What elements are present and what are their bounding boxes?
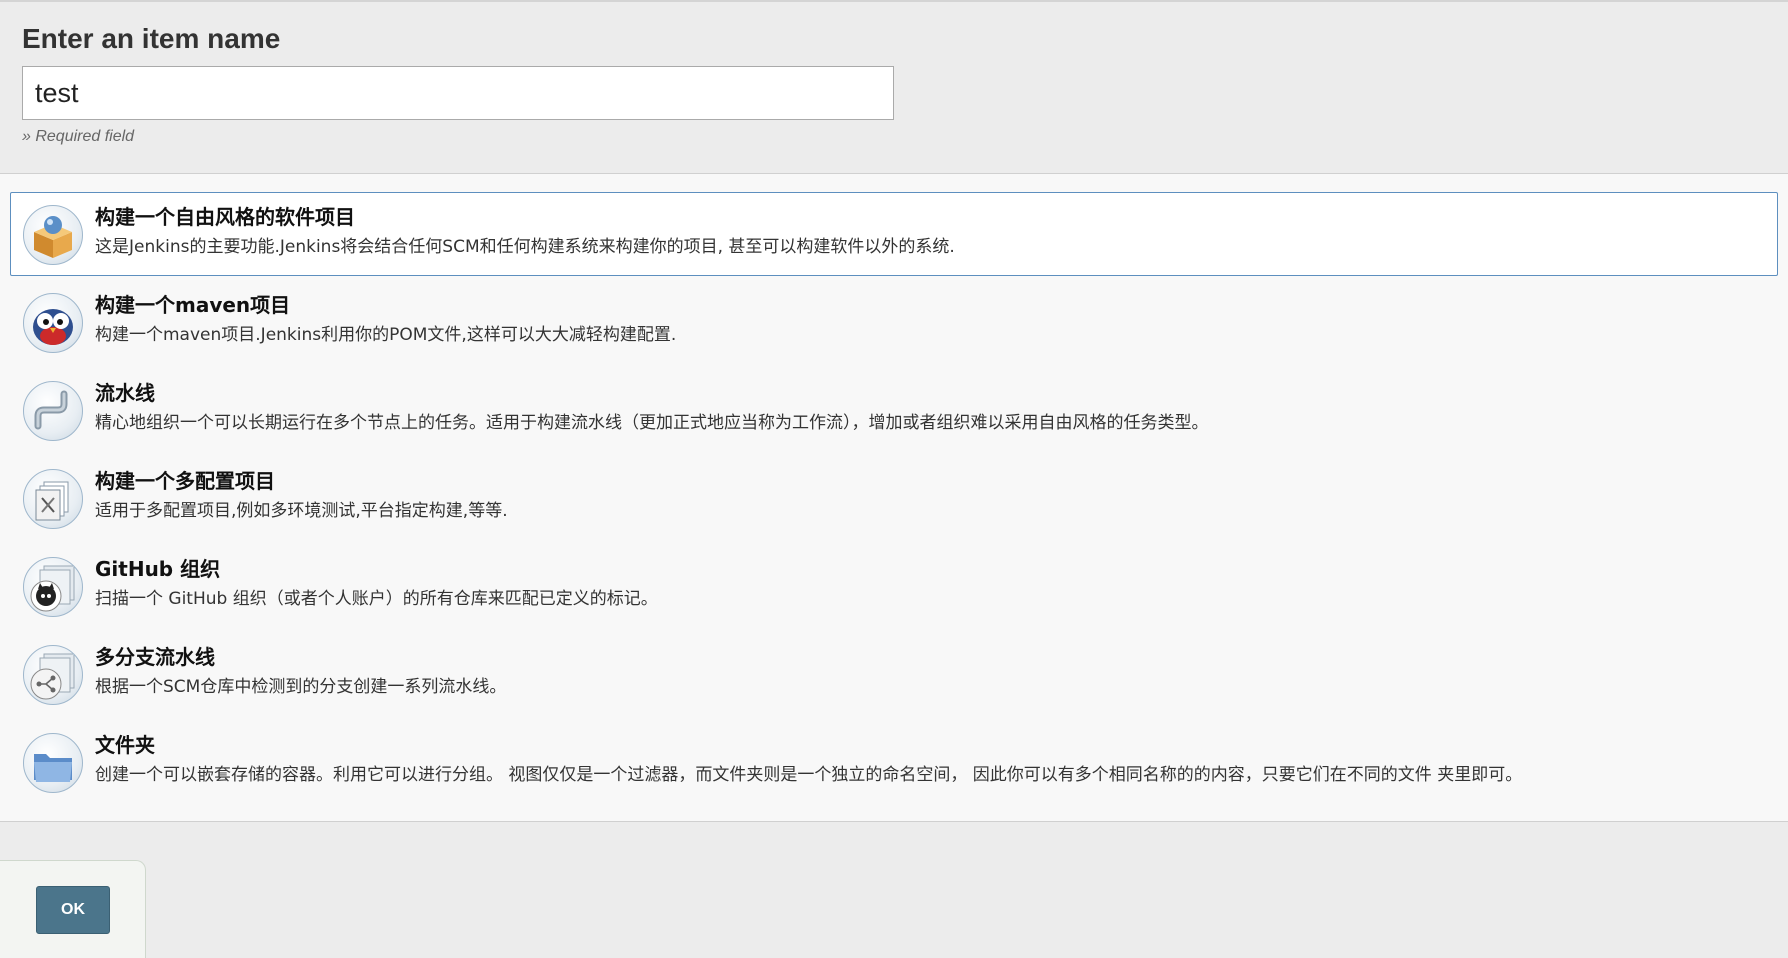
item-type-description: 适用于多配置项目,例如多环境测试,平台指定构建,等等. xyxy=(95,501,508,521)
form-footer: OK xyxy=(0,860,146,958)
item-type-label: 构建一个多配置项目 xyxy=(95,469,275,493)
item-type-description: 构建一个maven项目.Jenkins利用你的POM文件,这样可以大大减轻构建配… xyxy=(95,325,677,345)
item-type-multi-config[interactable]: 构建一个多配置项目 适用于多配置项目,例如多环境测试,平台指定构建,等等. xyxy=(10,456,1778,540)
item-type-description: 扫描一个 GitHub 组织（或者个人账户）的所有仓库来匹配已定义的标记。 xyxy=(95,589,658,609)
item-type-description: 创建一个可以嵌套存储的容器。利用它可以进行分组。 视图仅仅是一个过滤器，而文件夹… xyxy=(95,765,1523,785)
item-type-label: 构建一个自由风格的软件项目 xyxy=(95,205,355,229)
item-type-description: 根据一个SCM仓库中检测到的分支创建一系列流水线。 xyxy=(95,677,507,697)
item-type-freestyle[interactable]: 构建一个自由风格的软件项目 这是Jenkins的主要功能.Jenkins将会结合… xyxy=(10,192,1778,276)
ok-button[interactable]: OK xyxy=(36,886,110,934)
item-name-section: Enter an item name » Required field xyxy=(0,2,1788,174)
github-org-icon xyxy=(23,557,83,617)
item-type-description: 这是Jenkins的主要功能.Jenkins将会结合任何SCM和任何构建系统来构… xyxy=(95,237,955,257)
item-type-label: 流水线 xyxy=(95,381,155,405)
item-type-label: 多分支流水线 xyxy=(95,645,215,669)
item-type-maven[interactable]: 构建一个maven项目 构建一个maven项目.Jenkins利用你的POM文件… xyxy=(10,280,1778,364)
item-type-list: 构建一个自由风格的软件项目 这是Jenkins的主要功能.Jenkins将会结合… xyxy=(0,174,1788,822)
item-type-github-org[interactable]: GitHub 组织 扫描一个 GitHub 组织（或者个人账户）的所有仓库来匹配… xyxy=(10,544,1778,628)
item-type-folder[interactable]: 文件夹 创建一个可以嵌套存储的容器。利用它可以进行分组。 视图仅仅是一个过滤器，… xyxy=(10,720,1778,804)
page-title: Enter an item name xyxy=(22,23,281,54)
item-type-multibranch-pipeline[interactable]: 多分支流水线 根据一个SCM仓库中检测到的分支创建一系列流水线。 xyxy=(10,632,1778,716)
folder-icon xyxy=(23,733,83,793)
pipeline-icon xyxy=(23,381,83,441)
multibranch-pipeline-icon xyxy=(23,645,83,705)
item-name-input[interactable] xyxy=(22,66,894,120)
required-field-hint: » Required field xyxy=(22,128,135,145)
item-type-label: 构建一个maven项目 xyxy=(95,293,291,317)
new-item-page: Enter an item name » Required field 构建一个… xyxy=(0,0,1788,958)
item-type-label: 文件夹 xyxy=(95,733,155,757)
item-type-description: 精心地组织一个可以长期运行在多个节点上的任务。适用于构建流水线（更加正式地应当称… xyxy=(95,413,1209,433)
item-type-label: GitHub 组织 xyxy=(95,557,221,581)
freestyle-box-icon xyxy=(23,205,83,265)
multi-config-icon xyxy=(23,469,83,529)
item-type-pipeline[interactable]: 流水线 精心地组织一个可以长期运行在多个节点上的任务。适用于构建流水线（更加正式… xyxy=(10,368,1778,452)
maven-owl-icon xyxy=(23,293,83,353)
